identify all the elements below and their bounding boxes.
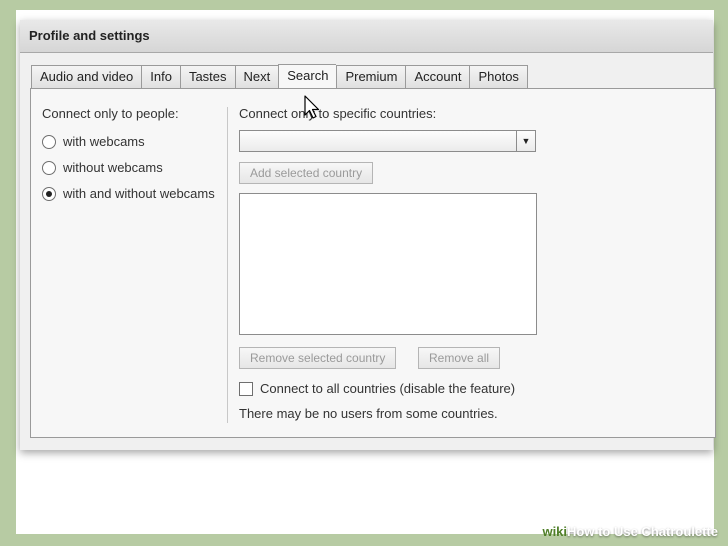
radio-with-webcams[interactable]: with webcams [42,134,232,149]
radio-button-selected[interactable] [42,186,56,201]
add-selected-country-button[interactable]: Add selected country [239,162,374,184]
radio-without-webcams[interactable]: without webcams [42,160,232,175]
all-countries-checkbox[interactable] [239,381,253,396]
all-countries-checkbox-row[interactable]: Connect to all countries (disable the fe… [239,381,515,396]
remove-selected-country-button[interactable]: Remove selected country [239,347,397,369]
dialog-title: Profile and settings [20,20,713,53]
countries-note: There may be no users from some countrie… [239,406,498,421]
tab-photos[interactable]: Photos [469,65,528,89]
selected-countries-list[interactable] [239,193,537,335]
search-tab-panel: Connect only to people: with webcams wit… [30,88,716,438]
radio-label: with and without webcams [63,186,215,201]
tab-account[interactable]: Account [405,65,470,89]
tab-next[interactable]: Next [234,65,279,89]
radio-with-and-without-webcams[interactable]: with and without webcams [42,186,232,201]
settings-tabs: Audio and video Info Tastes Next Search … [31,64,528,90]
mouse-pointer-icon [304,95,320,119]
country-select[interactable]: ▼ [239,130,536,152]
tab-info[interactable]: Info [141,65,180,89]
radio-label: without webcams [63,160,163,175]
watermark-brand: wiki [542,524,568,539]
profile-settings-dialog: Profile and settings Audio and video Inf… [20,20,716,450]
people-filter-group: Connect only to people: with webcams wit… [42,106,232,201]
country-filter-group: Connect only to specific countries: ▼ Ad… [239,106,539,421]
country-filter-heading: Connect only to specific countries: [239,106,437,121]
remove-all-button[interactable]: Remove all [418,347,501,369]
tab-audio-and-video[interactable]: Audio and video [31,65,142,89]
tab-premium[interactable]: Premium [336,65,406,89]
radio-label: with webcams [63,134,145,149]
tab-search[interactable]: Search [278,64,337,90]
vertical-divider [227,107,228,423]
tab-tastes[interactable]: Tastes [179,65,235,89]
people-filter-heading: Connect only to people: [42,106,179,121]
dropdown-arrow-icon[interactable]: ▼ [516,131,535,151]
watermark-text: How to Use Chatroulette [567,524,718,539]
radio-button[interactable] [42,160,56,175]
radio-button[interactable] [42,134,56,149]
all-countries-label: Connect to all countries (disable the fe… [260,381,516,396]
wikihow-watermark: wikiHow to Use Chatroulette [534,522,722,542]
